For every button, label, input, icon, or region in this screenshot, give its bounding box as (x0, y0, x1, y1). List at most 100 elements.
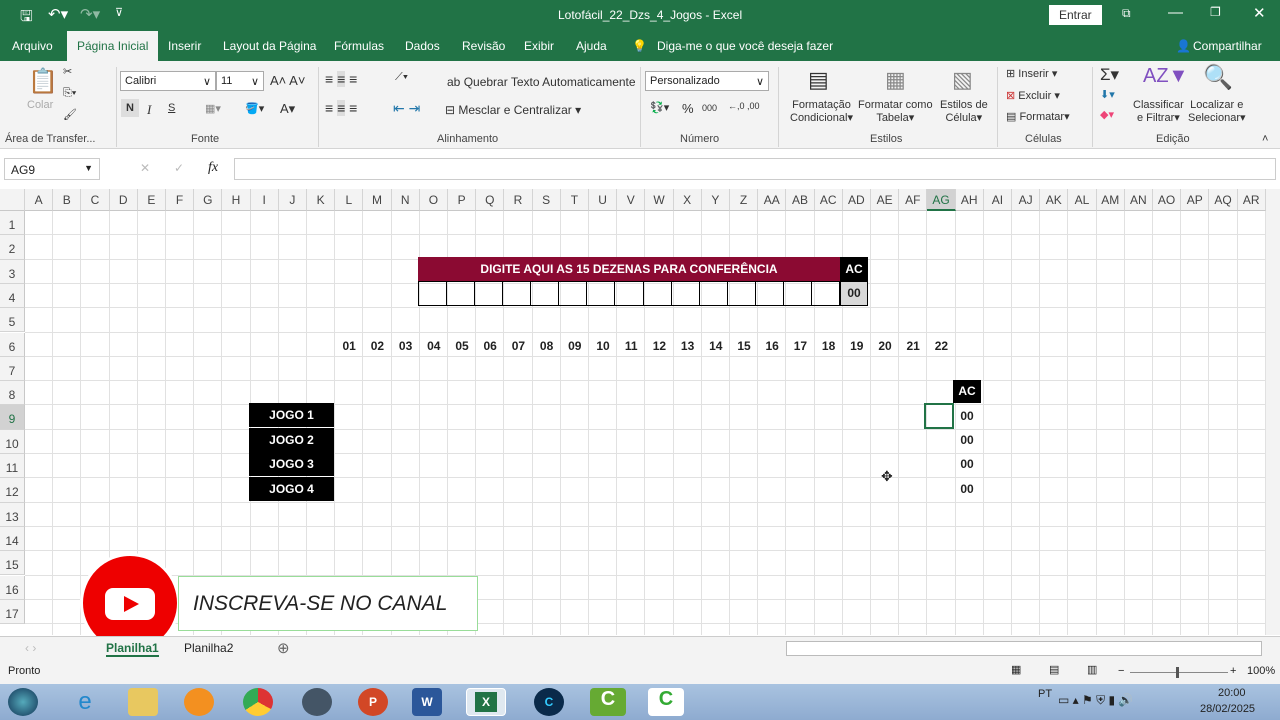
number-entry-cell[interactable] (475, 282, 504, 305)
insert-function-button[interactable]: fx (208, 160, 218, 176)
column-header[interactable]: AK (1040, 189, 1069, 211)
column-header[interactable]: I (250, 189, 279, 211)
column-header[interactable]: AE (871, 189, 900, 211)
selected-cell[interactable] (924, 403, 954, 429)
bold-button[interactable]: N (121, 99, 139, 117)
column-header[interactable]: R (504, 189, 533, 211)
sign-in-button[interactable]: Entrar (1049, 5, 1102, 25)
column-header[interactable]: W (645, 189, 674, 211)
row-header[interactable]: 7 (0, 356, 25, 382)
font-size-select[interactable]: 11 ∨ (216, 71, 264, 91)
accounting-icon[interactable]: 💱▾ (650, 101, 669, 114)
explorer-icon[interactable] (128, 688, 158, 716)
column-header[interactable]: AJ (1012, 189, 1041, 211)
start-button[interactable] (8, 688, 38, 716)
format-table-button[interactable]: Formatar como Tabela▾ (858, 99, 933, 124)
column-header[interactable]: AR (1237, 189, 1266, 211)
page-break-icon[interactable]: ▥ (1087, 663, 1097, 676)
orientation-icon[interactable]: ⟋▾ (395, 71, 408, 84)
column-header[interactable]: H (222, 189, 251, 211)
column-header[interactable]: M (363, 189, 392, 211)
column-header[interactable]: AM (1096, 189, 1125, 211)
zoom-level[interactable]: 100% (1247, 665, 1275, 677)
excel-icon[interactable]: X (466, 688, 506, 716)
fill-color-icon[interactable]: 🪣▾ (245, 102, 264, 115)
column-header[interactable]: Z (730, 189, 759, 211)
wrap-text-button[interactable]: ab Quebrar Texto Automaticamente (447, 75, 636, 89)
borders-icon[interactable]: ▦▾ (205, 102, 221, 115)
save-icon[interactable]: 🖫 (20, 6, 33, 31)
font-color-icon[interactable]: A▾ (280, 101, 295, 117)
column-header[interactable]: P (448, 189, 477, 211)
column-header[interactable]: AB (786, 189, 815, 211)
number-entry-cell[interactable] (531, 282, 560, 305)
font-name-select[interactable]: Calibri ∨ (120, 71, 216, 91)
row-header[interactable]: 8 (0, 381, 25, 406)
vertical-scrollbar[interactable] (1266, 189, 1280, 635)
column-header[interactable]: D (109, 189, 138, 211)
row-header[interactable]: 5 (0, 308, 25, 333)
column-header[interactable]: N (391, 189, 420, 211)
paste-icon[interactable]: 📋 (28, 67, 58, 96)
column-header[interactable]: E (137, 189, 166, 211)
paste-button[interactable]: Colar (27, 99, 53, 111)
chrome-icon[interactable] (243, 688, 273, 716)
app-icon[interactable] (302, 688, 332, 716)
merge-center-button[interactable]: ⊟ Mesclar e Centralizar ▾ (445, 103, 581, 117)
close-button[interactable]: ✕ (1253, 4, 1266, 22)
ribbon-display-icon[interactable]: ⧉ (1122, 6, 1131, 21)
column-header[interactable]: AC (814, 189, 843, 211)
number-entry-cell[interactable] (447, 282, 476, 305)
row-header[interactable]: 3 (0, 259, 25, 284)
column-header[interactable]: Y (701, 189, 730, 211)
customize-qat-icon[interactable]: ⊽ (115, 6, 123, 19)
column-header[interactable]: J (278, 189, 307, 211)
column-header[interactable]: F (166, 189, 195, 211)
number-entry-cell[interactable] (700, 282, 728, 305)
clock-date[interactable]: 28/02/2025 (1200, 703, 1255, 715)
tab-formulas[interactable]: Fórmulas (334, 39, 384, 53)
language-indicator[interactable]: PT (1038, 688, 1052, 700)
column-header[interactable]: G (194, 189, 223, 211)
column-header[interactable]: AQ (1209, 189, 1238, 211)
cancel-icon[interactable]: ✕ (140, 161, 150, 175)
number-entry-cell[interactable] (728, 282, 756, 305)
row-header[interactable]: 10 (0, 429, 25, 454)
cell-styles-button[interactable]: Estilos de Célula▾ (940, 99, 988, 124)
row-header[interactable]: 6 (0, 332, 25, 357)
powerpoint-icon[interactable]: P (358, 688, 388, 716)
restore-button[interactable]: ❐ (1210, 5, 1221, 19)
name-box[interactable]: AG9 ▼ (4, 158, 100, 180)
column-header[interactable]: T (560, 189, 589, 211)
insert-cells-button[interactable]: ⊞ Inserir ▾ (1006, 67, 1057, 80)
underline-button[interactable]: S (168, 102, 175, 114)
column-header[interactable]: AN (1124, 189, 1153, 211)
camtasia-editor-icon[interactable]: C (648, 688, 684, 716)
autosum-icon[interactable]: Σ▾ (1100, 65, 1119, 85)
formula-input[interactable] (234, 158, 1276, 180)
number-entry-cell[interactable] (756, 282, 784, 305)
zoom-slider[interactable]: − + (1118, 665, 1240, 679)
percent-button[interactable]: % (682, 101, 694, 116)
column-header[interactable]: AD (842, 189, 871, 211)
redo-icon[interactable]: ↷▾ (80, 5, 100, 23)
tab-arquivo[interactable]: Arquivo (12, 39, 53, 53)
tab-inserir[interactable]: Inserir (168, 39, 201, 53)
row-header[interactable]: 12 (0, 478, 25, 503)
page-layout-icon[interactable]: ▤ (1049, 663, 1059, 676)
sheet-tab-planilha2[interactable]: Planilha2 (184, 641, 233, 655)
select-all-corner[interactable] (0, 189, 25, 211)
column-header[interactable]: A (25, 189, 54, 211)
row-header[interactable]: 2 (0, 235, 25, 260)
column-header[interactable]: V (617, 189, 646, 211)
horizontal-scrollbar[interactable] (786, 641, 1262, 656)
column-header[interactable]: L (335, 189, 364, 211)
number-entry-cell[interactable] (812, 282, 839, 305)
tray-icons[interactable]: ▭ ▴ ⚑ ⛨ ▮ 🔊 (1058, 693, 1133, 708)
column-header[interactable]: AL (1068, 189, 1097, 211)
column-header[interactable]: AG (927, 189, 956, 211)
row-header[interactable]: 14 (0, 526, 25, 552)
number-entry-cell[interactable] (672, 282, 700, 305)
word-icon[interactable]: W (412, 688, 442, 716)
thousands-button[interactable]: 000 (702, 103, 717, 113)
